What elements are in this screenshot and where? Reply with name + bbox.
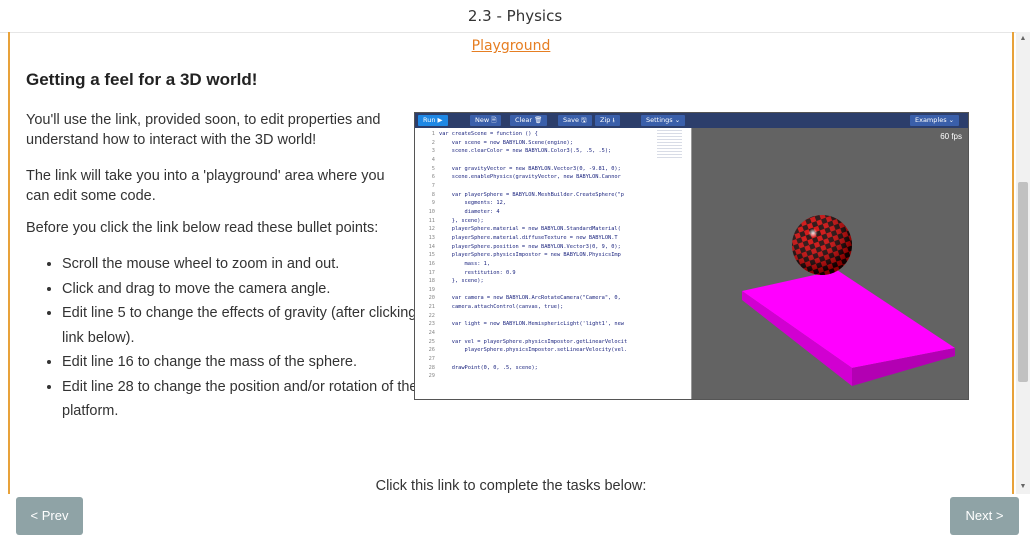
list-item: Edit line 28 to change the position and/…	[62, 375, 447, 424]
next-button[interactable]: Next >	[950, 497, 1019, 535]
zip-button: Zip ⭳	[595, 115, 620, 126]
page-header: 2.3 - Physics	[0, 0, 1030, 33]
instructions-paragraph: Before you click the link below read the…	[26, 220, 379, 236]
tasks-link-text: Click this link to complete the tasks be…	[375, 478, 647, 494]
code-minimap	[657, 130, 682, 160]
sphere-shading	[792, 215, 852, 275]
scene-illustration	[742, 215, 955, 386]
save-button: Save 🖫	[558, 115, 592, 126]
code-text: var createScene = function () { var scen…	[439, 131, 628, 371]
scroll-thumb[interactable]	[1018, 182, 1028, 382]
playground-toolbar: Run ▶ New 🗎 Clear 🗑 Save 🖫 Zip ⭳ Setting…	[415, 113, 968, 128]
section-heading: Getting a feel for a 3D world!	[26, 70, 258, 89]
playground-paragraph: The link will take you into a 'playgroun…	[26, 168, 385, 204]
playground-screenshot: Run ▶ New 🗎 Clear 🗑 Save 🖫 Zip ⭳ Setting…	[414, 112, 969, 400]
new-button: New 🗎	[470, 115, 502, 126]
list-item: Click and drag to move the camera angle.	[62, 277, 447, 302]
lesson-content-frame: Playground Getting a feel for a 3D world…	[8, 32, 1014, 494]
clear-button: Clear 🗑	[510, 115, 548, 126]
instruction-list: Scroll the mouse wheel to zoom in and ou…	[26, 252, 447, 424]
playground-link[interactable]: Playground	[10, 38, 1012, 54]
list-item: Edit line 16 to change the mass of the s…	[62, 350, 447, 375]
run-button: Run ▶	[418, 115, 448, 126]
vertical-scrollbar[interactable]: ▲ ▼	[1016, 32, 1030, 494]
line-numbers: 1 2 3 4 5 6 7 8 9 10 11 12 13 14 15 16 1…	[428, 131, 435, 380]
list-item: Edit line 5 to change the effects of gra…	[62, 301, 447, 350]
scroll-up-arrow-icon[interactable]: ▲	[1016, 32, 1030, 46]
intro-paragraph: You'll use the link, provided soon, to e…	[26, 112, 381, 148]
scroll-down-arrow-icon[interactable]: ▼	[1016, 480, 1030, 494]
examples-button: Examples ⌄	[910, 115, 960, 126]
prev-button[interactable]: < Prev	[16, 497, 83, 535]
code-editor: 1 2 3 4 5 6 7 8 9 10 11 12 13 14 15 16 1…	[415, 128, 685, 399]
list-item: Scroll the mouse wheel to zoom in and ou…	[62, 252, 447, 277]
page-title: 2.3 - Physics	[467, 7, 563, 25]
render-canvas: 60 fps	[692, 128, 968, 399]
settings-button: Settings ⌄	[641, 115, 686, 126]
